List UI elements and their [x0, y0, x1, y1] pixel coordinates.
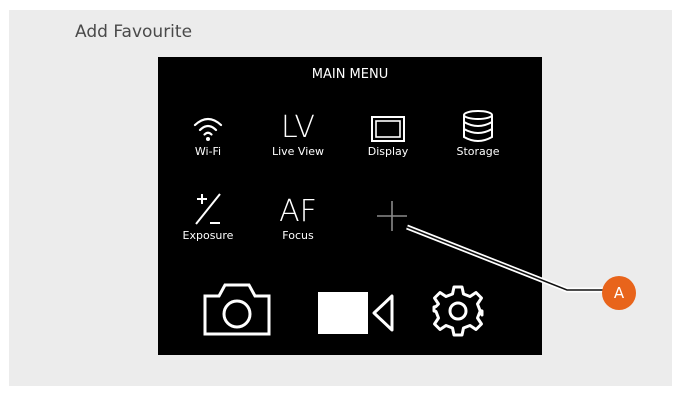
plus-icon — [377, 201, 407, 231]
menu-item-label: Live View — [271, 145, 325, 158]
menu-item-label: Wi-Fi — [194, 145, 222, 158]
menu-item-label: Display — [367, 145, 409, 158]
live-view-glyph: LV — [281, 110, 315, 145]
focus-glyph: AF — [279, 194, 317, 229]
gear-icon[interactable] — [430, 283, 486, 339]
menu-item-focus[interactable]: AF Focus — [258, 187, 338, 243]
menu-item-exposure[interactable]: Exposure — [168, 187, 248, 242]
menu-item-label: Storage — [456, 145, 500, 158]
menu-item-storage[interactable]: Storage — [438, 103, 518, 158]
menu-item-live-view[interactable]: LV Live View — [258, 103, 338, 159]
menu-item-label: Exposure — [182, 229, 234, 242]
camera-icon[interactable] — [203, 282, 271, 336]
add-favourite-button[interactable] — [352, 193, 432, 233]
menu-item-display[interactable]: Display — [348, 103, 428, 158]
wifi-icon — [193, 117, 223, 141]
menu-item-wifi[interactable]: Wi-Fi — [168, 103, 248, 158]
video-icon[interactable] — [316, 290, 396, 336]
page-title: Add Favourite — [75, 22, 193, 42]
storage-icon — [463, 110, 493, 142]
display-icon — [371, 116, 405, 142]
main-menu-screen: MAIN MENU Wi-Fi LV Live View Display Sto… — [158, 57, 542, 355]
callout-badge: A — [602, 276, 636, 310]
menu-title: MAIN MENU — [311, 67, 389, 82]
menu-item-label: Focus — [282, 229, 314, 242]
exposure-icon — [195, 193, 221, 225]
